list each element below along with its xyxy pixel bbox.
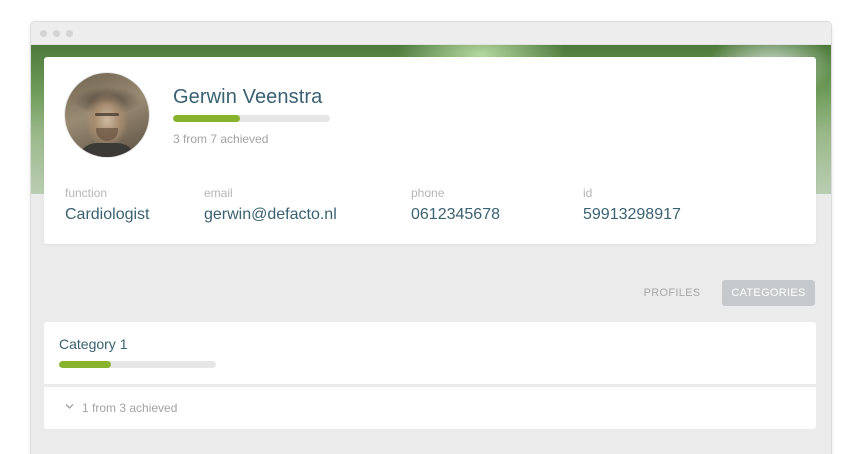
field-value: 59913298917 xyxy=(583,206,681,223)
field-phone: phone 0612345678 xyxy=(411,186,500,224)
profile-achieved-text: 3 from 7 achieved xyxy=(173,132,269,146)
browser-window: Gerwin Veenstra 3 from 7 achieved functi… xyxy=(31,22,831,454)
tab-profiles[interactable]: PROFILES xyxy=(635,280,709,306)
profile-name: Gerwin Veenstra xyxy=(173,86,323,108)
avatar-detail xyxy=(77,143,137,157)
field-value: Cardiologist xyxy=(65,206,150,223)
avatar-detail xyxy=(95,113,119,116)
category-progress-fill xyxy=(59,361,112,368)
category-card[interactable]: Category 1 xyxy=(44,322,816,384)
category-progress-bar xyxy=(59,361,216,368)
category-achieved-text: 1 from 3 achieved xyxy=(82,401,178,415)
field-label: email xyxy=(204,186,233,200)
window-dot-icon[interactable] xyxy=(53,30,60,37)
tab-categories[interactable]: CATEGORIES xyxy=(722,280,815,306)
field-value: 0612345678 xyxy=(411,206,500,223)
field-id: id 59913298917 xyxy=(583,186,681,224)
field-value[interactable]: gerwin@defacto.nl xyxy=(204,206,337,224)
category-title: Category 1 xyxy=(59,336,128,352)
avatar xyxy=(65,73,149,157)
field-email: email gerwin@defacto.nl xyxy=(204,186,337,224)
profile-progress-fill xyxy=(173,115,241,122)
field-label: phone xyxy=(411,186,445,200)
field-label: id xyxy=(583,186,593,200)
chevron-down-icon[interactable] xyxy=(64,401,75,412)
profile-progress-bar xyxy=(173,115,330,122)
window-dot-icon[interactable] xyxy=(40,30,47,37)
field-label: function xyxy=(65,186,108,200)
avatar-detail xyxy=(96,128,118,141)
window-titlebar xyxy=(31,22,831,45)
profile-card: Gerwin Veenstra 3 from 7 achieved functi… xyxy=(44,57,816,244)
window-dot-icon[interactable] xyxy=(66,30,73,37)
field-function: function Cardiologist xyxy=(65,186,149,224)
category-expand-row[interactable]: 1 from 3 achieved xyxy=(44,387,816,429)
